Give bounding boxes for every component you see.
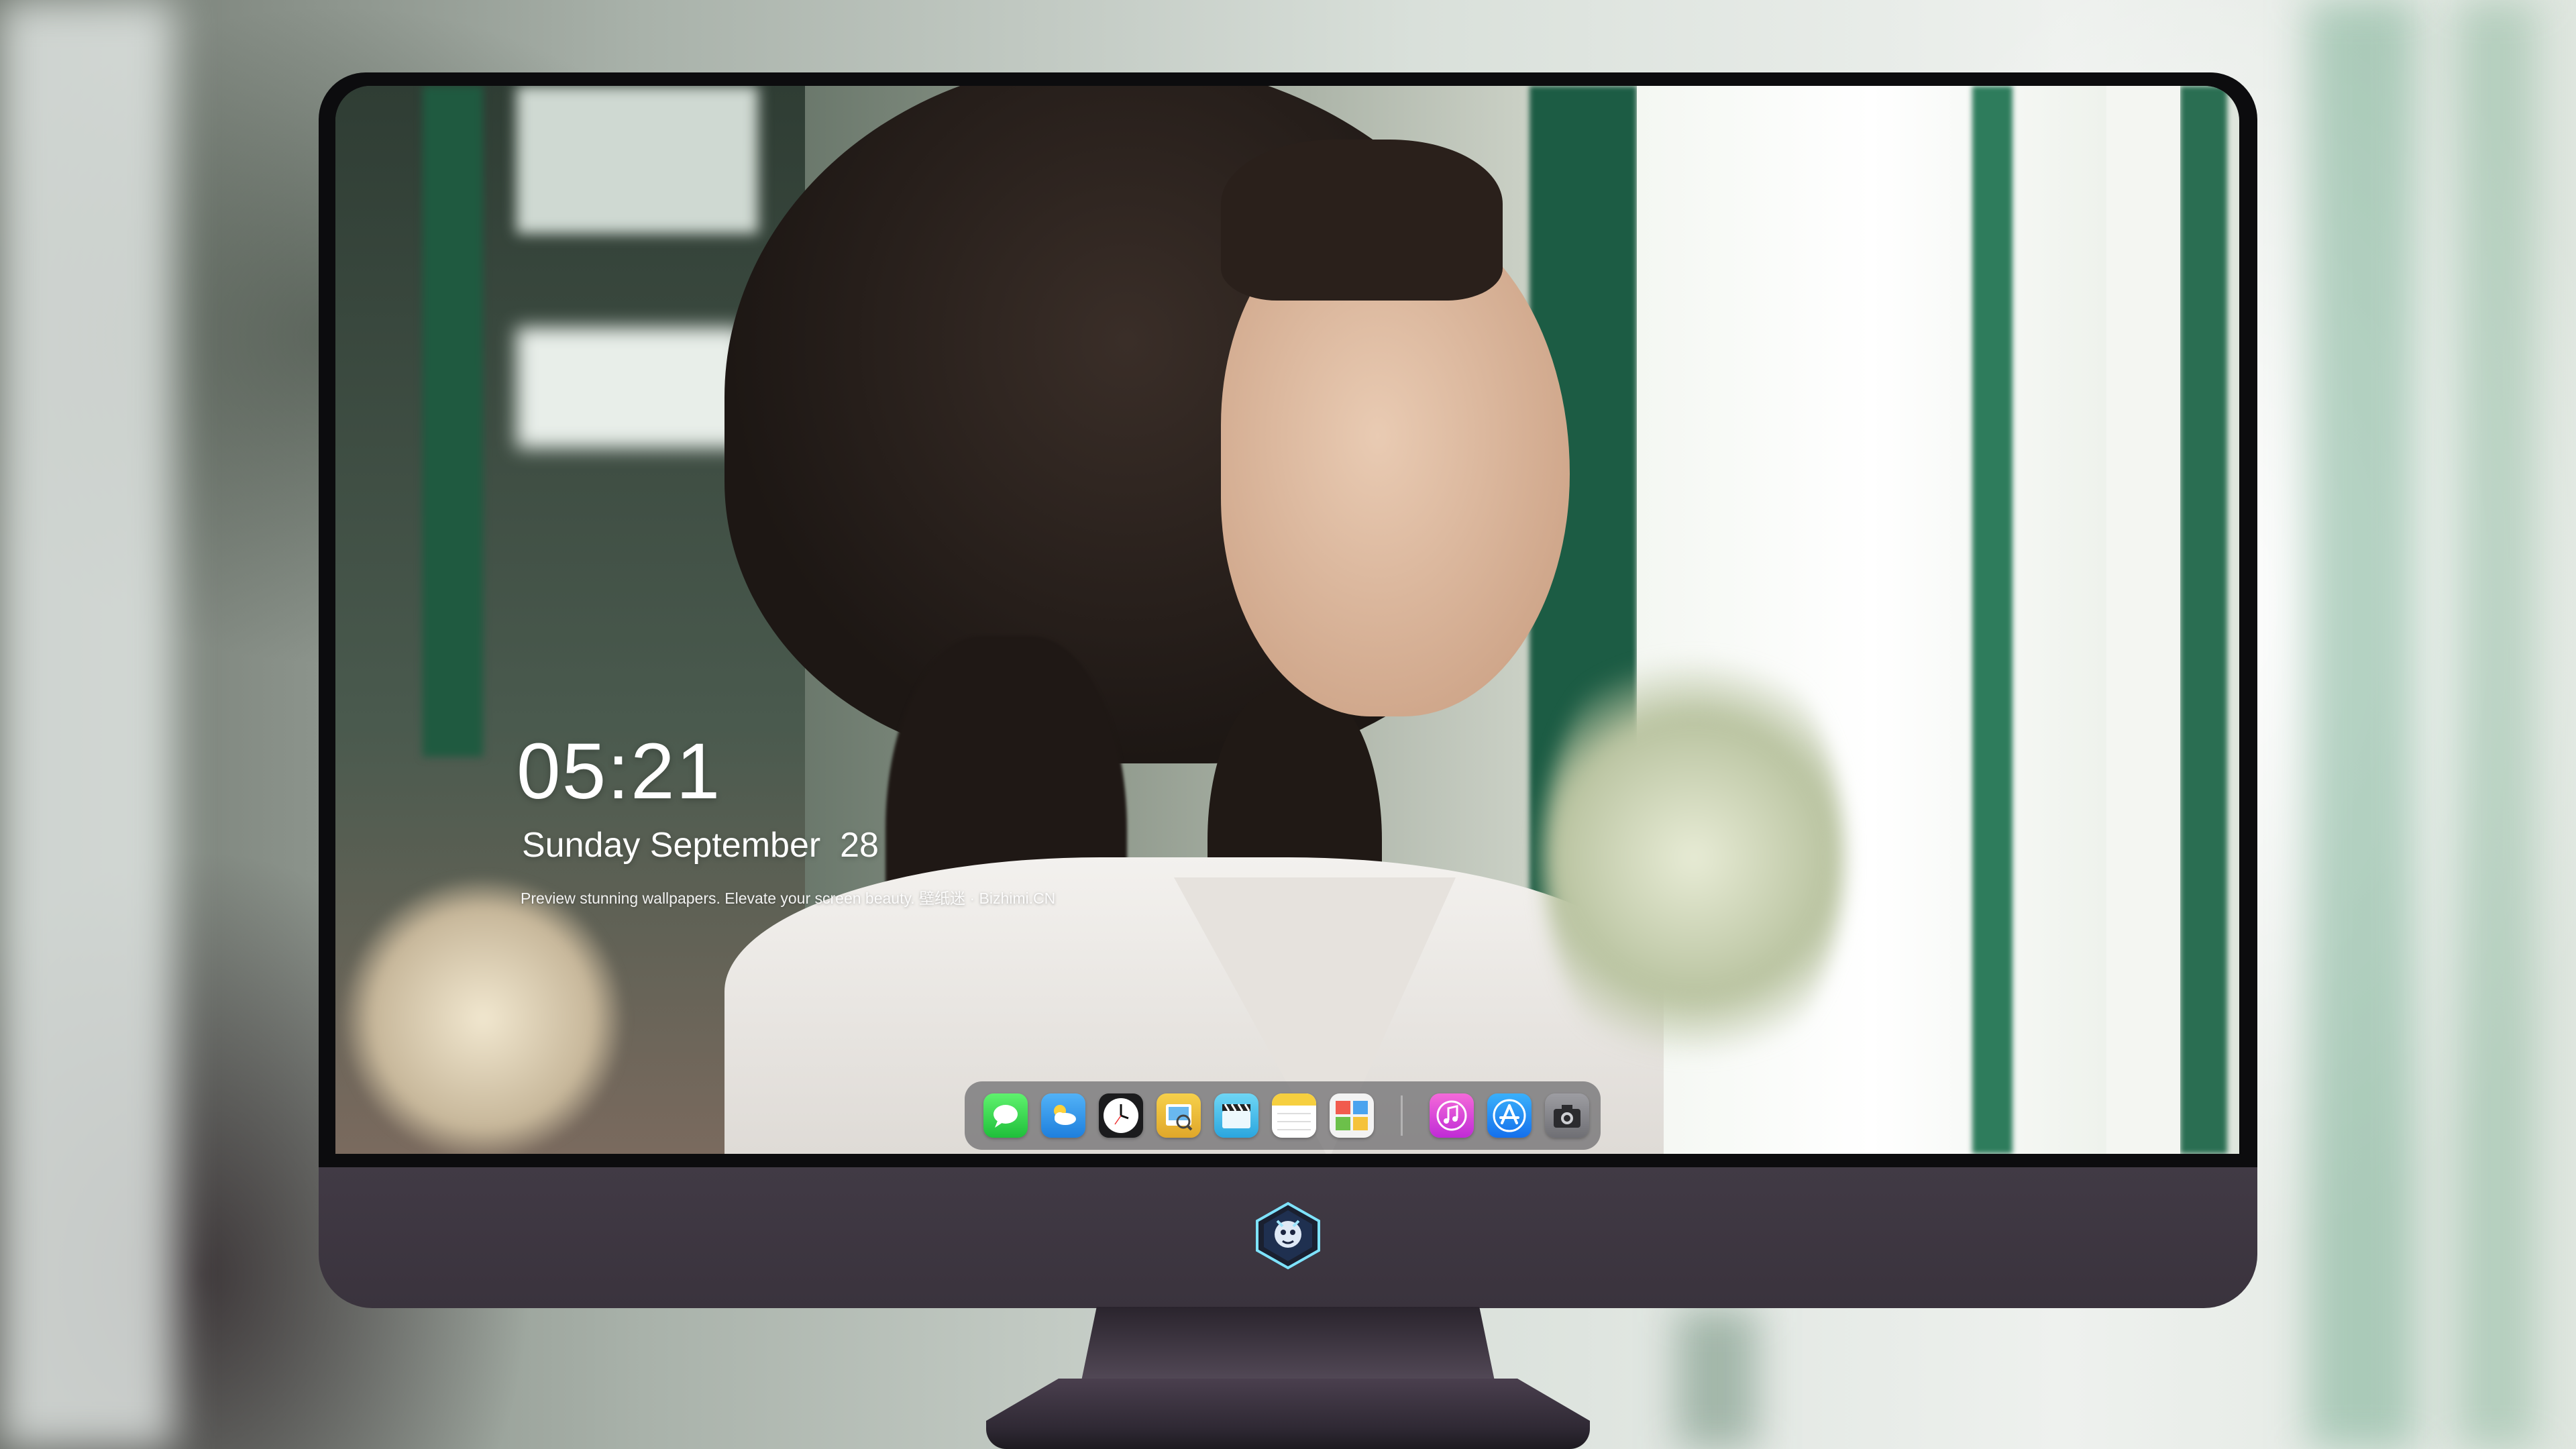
wallpaper [335, 86, 2239, 1154]
weather-icon[interactable] [1041, 1093, 1085, 1138]
preview-icon[interactable] [1157, 1093, 1201, 1138]
lock-screen-tagline: Preview stunning wallpapers. Elevate you… [521, 890, 1056, 907]
lock-screen-clock: 05:21 [517, 727, 722, 816]
desktop-screen: 05:21 Sunday September 28 Preview stunni… [335, 86, 2239, 1154]
clock-icon[interactable] [1099, 1093, 1143, 1138]
monitor-stand-neck [1080, 1307, 1496, 1387]
video-editor-icon[interactable] [1214, 1093, 1258, 1138]
dock-separator [1401, 1095, 1403, 1136]
camera-icon[interactable] [1545, 1093, 1589, 1138]
dock [965, 1081, 1601, 1150]
monitor-stand-base [986, 1379, 1590, 1449]
dragon-shield-logo [1256, 1201, 1320, 1270]
notes-icon[interactable] [1272, 1093, 1316, 1138]
messages-icon[interactable] [983, 1093, 1028, 1138]
photo-booth-icon[interactable] [1330, 1093, 1374, 1138]
lock-screen-date: Sunday September 28 [522, 826, 879, 865]
music-icon[interactable] [1430, 1093, 1474, 1138]
app-store-icon[interactable] [1487, 1093, 1532, 1138]
